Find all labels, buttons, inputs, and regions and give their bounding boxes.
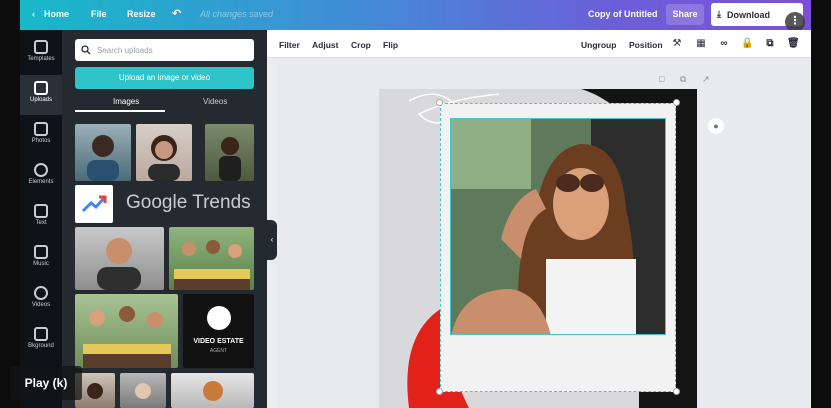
side-rail: Templates Uploads Photos Elements Text M…: [20, 30, 62, 408]
upload-thumbnail[interactable]: [136, 124, 192, 181]
rail-item-elements[interactable]: Elements: [20, 157, 62, 197]
document-title[interactable]: Copy of Untitled: [588, 9, 658, 19]
rail-label: Bkground: [28, 343, 54, 349]
copy-page-icon[interactable]: ⧉: [680, 74, 686, 85]
add-page-icon[interactable]: ↗: [702, 74, 710, 85]
uploads-panel: Search uploads Upload an image or video …: [62, 30, 267, 408]
tab-videos[interactable]: Videos: [203, 97, 227, 106]
save-status: All changes saved: [200, 9, 274, 19]
notes-icon[interactable]: □: [659, 74, 664, 84]
google-trends-wordmark[interactable]: Google Trends: [118, 187, 254, 219]
templates-icon: [34, 40, 48, 54]
woman-sunglasses-photo: [451, 119, 665, 334]
portrait-image: [87, 135, 119, 181]
rail-label: Photos: [31, 138, 51, 144]
children-playing-image: [174, 240, 250, 290]
resize-handle[interactable]: [436, 99, 443, 106]
text-icon: [34, 204, 48, 218]
videos-icon: [34, 286, 48, 300]
rail-item-videos[interactable]: Videos: [20, 280, 62, 320]
resize-menu[interactable]: Resize: [127, 9, 156, 19]
portrait-image: [203, 381, 223, 401]
canva-editor: ‹ Home File Resize ↶ All changes saved C…: [20, 0, 811, 408]
rail-item-music[interactable]: Music: [20, 239, 62, 279]
home-link[interactable]: Home: [44, 9, 69, 19]
position-button[interactable]: Position: [629, 40, 663, 50]
uploads-icon: [34, 81, 48, 95]
rail-item-uploads[interactable]: Uploads: [20, 75, 62, 115]
rail-item-photos[interactable]: Photos: [20, 116, 62, 156]
rail-item-text[interactable]: Text: [20, 198, 62, 238]
more-options-icon[interactable]: ⋮: [785, 12, 805, 32]
portrait-image: [135, 383, 151, 399]
trash-icon[interactable]: 🗑: [787, 38, 800, 50]
rail-item-background[interactable]: Bkground: [20, 321, 62, 361]
filter-button[interactable]: Filter: [279, 40, 300, 50]
resize-handle[interactable]: [436, 388, 443, 395]
upload-thumbnail[interactable]: [205, 124, 254, 181]
collapse-panel-chevron-icon[interactable]: ‹: [267, 220, 277, 260]
search-input[interactable]: Search uploads: [75, 39, 254, 61]
video-estate-logo-thumbnail[interactable]: VIDEO ESTATE AGENT: [183, 294, 254, 368]
rail-label: Uploads: [29, 97, 52, 103]
paint-format-icon[interactable]: ⚒: [671, 38, 683, 50]
trends-logo-thumbnail[interactable]: [75, 185, 113, 223]
upload-thumbnail[interactable]: [120, 373, 166, 408]
upload-thumbnail[interactable]: [75, 294, 178, 368]
background-icon: [34, 327, 48, 341]
camera-house-icon: [207, 306, 231, 330]
music-icon: [34, 245, 48, 259]
upload-thumbnail[interactable]: [171, 373, 254, 408]
flip-button[interactable]: Flip: [383, 40, 398, 50]
active-tab-indicator: [75, 110, 165, 112]
back-chevron-icon[interactable]: ‹: [32, 9, 35, 19]
trend-arrow-icon: [81, 195, 107, 213]
download-label: Download: [726, 9, 770, 20]
file-menu[interactable]: File: [91, 9, 107, 19]
share-button[interactable]: Share: [666, 4, 704, 25]
upload-thumbnail[interactable]: [169, 227, 254, 290]
ungroup-button[interactable]: Ungroup: [581, 40, 616, 50]
rail-label: Music: [33, 261, 49, 267]
rail-label: Templates: [27, 56, 55, 62]
rail-label: Videos: [31, 302, 51, 308]
search-icon: [81, 45, 91, 55]
man-portrait-image: [97, 238, 141, 290]
video-frame: ‹ Home File Resize ↶ All changes saved C…: [0, 0, 831, 408]
edit-toolbar: Filter Adjust Crop Flip Ungroup Position…: [267, 30, 811, 58]
rail-item-templates[interactable]: Templates: [20, 34, 62, 74]
resize-handle[interactable]: [673, 388, 680, 395]
transparency-icon[interactable]: ▦: [695, 38, 707, 50]
upload-thumbnail[interactable]: [75, 124, 131, 181]
video-estate-subtitle: AGENT: [209, 348, 228, 354]
selected-photo[interactable]: [450, 118, 666, 335]
portrait-image: [219, 137, 241, 181]
lock-icon[interactable]: 🔒: [741, 38, 753, 50]
adjust-button[interactable]: Adjust: [312, 40, 338, 50]
search-placeholder: Search uploads: [97, 45, 153, 55]
comment-icon[interactable]: ●: [708, 118, 724, 134]
upload-thumbnail[interactable]: [75, 227, 164, 290]
children-playing-image: [83, 306, 171, 368]
photos-icon: [34, 122, 48, 136]
video-estate-title: VIDEO ESTATE: [193, 338, 244, 345]
link-icon[interactable]: ∞: [718, 38, 730, 50]
crop-button[interactable]: Crop: [351, 40, 371, 50]
elements-icon: [34, 163, 48, 177]
upload-button[interactable]: Upload an image or video: [75, 67, 254, 89]
download-icon: ⤓: [717, 9, 721, 19]
play-tooltip: Play (k): [10, 366, 82, 400]
tab-images[interactable]: Images: [113, 97, 139, 106]
resize-handle[interactable]: [673, 99, 680, 106]
duplicate-icon[interactable]: ⧉: [764, 38, 776, 50]
rail-label: Elements: [28, 179, 54, 185]
rail-label: Text: [35, 220, 47, 226]
top-bar: ‹ Home File Resize ↶ All changes saved C…: [20, 0, 811, 32]
portrait-image: [148, 135, 180, 181]
undo-icon[interactable]: ↶: [172, 7, 181, 20]
